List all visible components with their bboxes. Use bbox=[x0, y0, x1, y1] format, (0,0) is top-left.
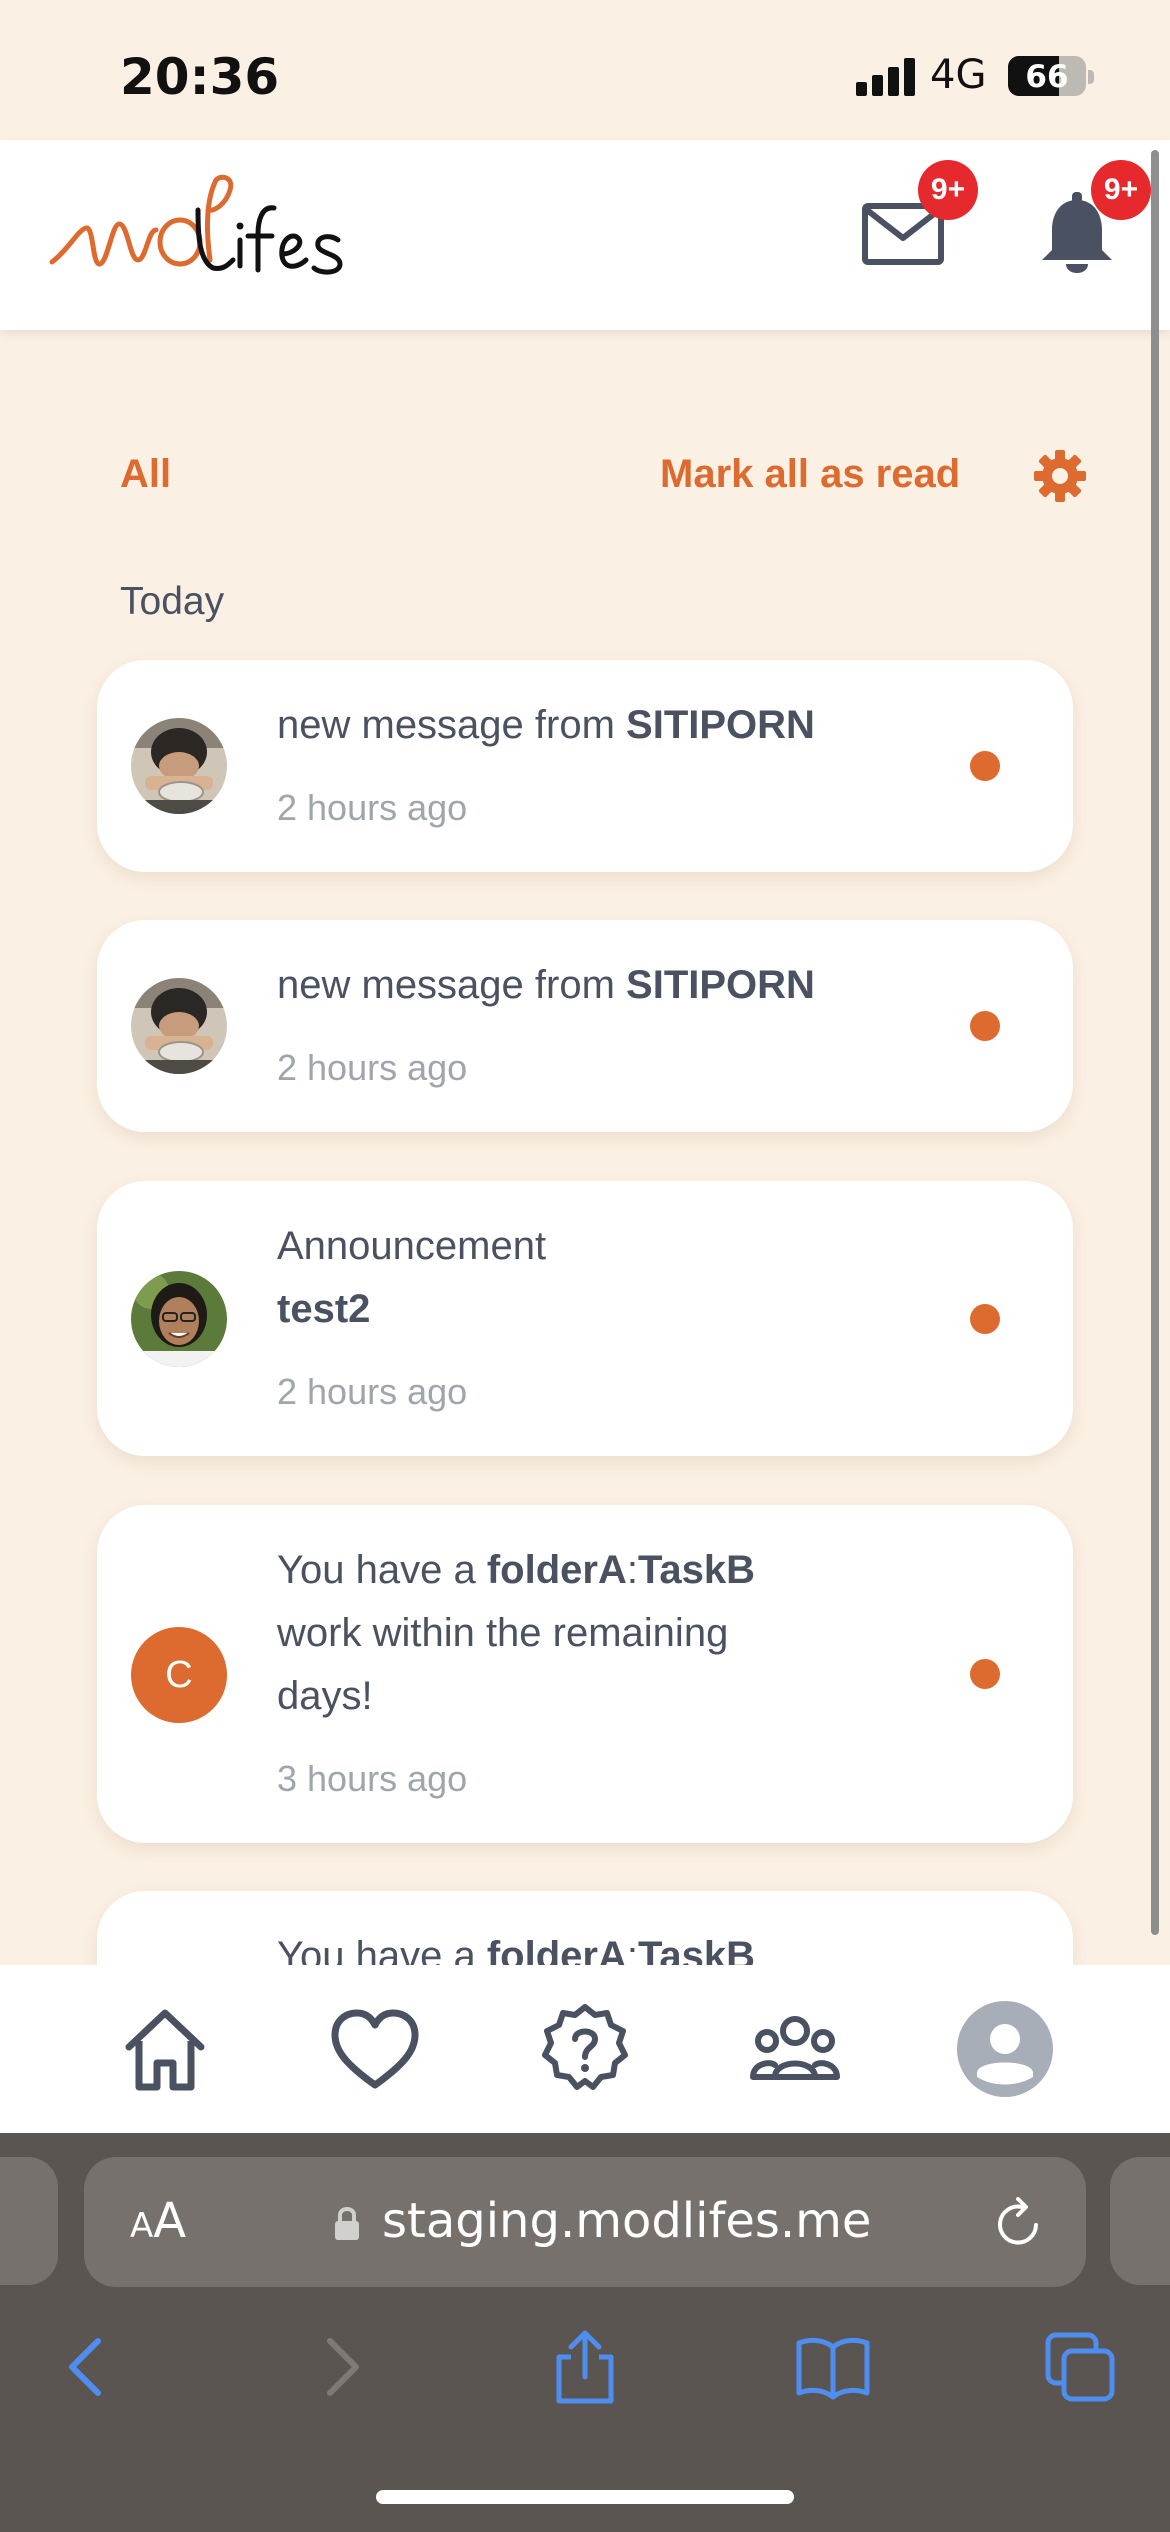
notification-sender: SITIPORN bbox=[626, 703, 815, 747]
notification-card[interactable]: You have a folderA:TaskB bbox=[97, 1891, 1073, 1965]
notification-time: 2 hours ago bbox=[277, 787, 468, 828]
notification-time: 2 hours ago bbox=[277, 1047, 468, 1088]
notification-text: You have a folderA:TaskB bbox=[277, 1925, 837, 1965]
forward-icon[interactable] bbox=[300, 2327, 380, 2407]
notification-line: work within the remaining bbox=[277, 1611, 729, 1655]
next-tab-preview[interactable] bbox=[1110, 2157, 1170, 2285]
notification-sender: SITIPORN bbox=[626, 963, 815, 1007]
notification-time: 2 hours ago bbox=[277, 1371, 468, 1412]
section-today: Today bbox=[120, 580, 225, 623]
notification-title: Announcement bbox=[277, 1224, 547, 1268]
bookmarks-icon[interactable] bbox=[793, 2327, 873, 2407]
unread-dot bbox=[970, 1304, 1000, 1334]
notification-folder: folderA bbox=[486, 1548, 627, 1592]
notification-task: TaskB bbox=[637, 1934, 756, 1965]
heart-icon[interactable] bbox=[327, 2001, 423, 2097]
notification-line: days! bbox=[277, 1674, 373, 1718]
notification-list: All Mark all as read Today new message f… bbox=[0, 0, 1170, 1965]
unread-dot bbox=[970, 1011, 1000, 1041]
notification-card[interactable]: C You have a folderA:TaskB work within t… bbox=[97, 1505, 1073, 1843]
notification-prefix: You have a bbox=[277, 1934, 487, 1965]
notification-prefix: new message from bbox=[277, 703, 627, 747]
notification-card[interactable]: new message from SITIPORN 2 hours ago bbox=[97, 660, 1073, 872]
notification-prefix: new message from bbox=[277, 963, 627, 1007]
avatar bbox=[131, 718, 227, 814]
lock-icon bbox=[335, 2207, 359, 2240]
filter-all-button[interactable]: All bbox=[120, 452, 171, 497]
notification-prefix: You have a bbox=[277, 1548, 487, 1592]
url-text[interactable]: staging.modlifes.me bbox=[382, 2193, 871, 2249]
help-icon[interactable] bbox=[537, 2001, 633, 2097]
notification-card[interactable]: Announcement test2 2 hours ago bbox=[97, 1181, 1073, 1456]
address-bar[interactable]: AA staging.modlifes.me bbox=[84, 2157, 1086, 2287]
home-icon[interactable] bbox=[117, 2001, 213, 2097]
community-icon[interactable] bbox=[747, 2001, 843, 2097]
reload-icon[interactable] bbox=[992, 2195, 1048, 2251]
notification-task: TaskB bbox=[637, 1548, 756, 1592]
notification-card[interactable]: new message from SITIPORN 2 hours ago bbox=[97, 920, 1073, 1132]
notification-folder: folderA bbox=[486, 1934, 627, 1965]
browser-chrome: AA staging.modlifes.me bbox=[0, 2133, 1170, 2532]
notification-text: new message from SITIPORN bbox=[277, 954, 837, 1017]
unread-dot bbox=[970, 1659, 1000, 1689]
notification-subject: test2 bbox=[277, 1287, 371, 1331]
mark-all-read-button[interactable]: Mark all as read bbox=[660, 452, 960, 497]
bottom-nav bbox=[0, 1965, 1170, 2133]
notification-text: new message from SITIPORN bbox=[277, 694, 837, 757]
notification-text: You have a folderA:TaskB work within the… bbox=[277, 1539, 837, 1728]
previous-tab-preview[interactable] bbox=[0, 2157, 58, 2285]
profile-icon[interactable] bbox=[957, 2001, 1053, 2097]
notification-separator: : bbox=[626, 1934, 638, 1965]
text-size-large: A bbox=[153, 2193, 187, 2249]
text-size-button[interactable]: AA bbox=[130, 2193, 186, 2249]
notification-time: 3 hours ago bbox=[277, 1758, 468, 1799]
notification-separator: : bbox=[626, 1548, 638, 1592]
home-indicator[interactable] bbox=[376, 2490, 794, 2504]
avatar bbox=[131, 978, 227, 1074]
notification-text: Announcement test2 bbox=[277, 1215, 837, 1341]
back-icon[interactable] bbox=[48, 2327, 128, 2407]
avatar: C bbox=[131, 1627, 227, 1723]
unread-dot bbox=[970, 751, 1000, 781]
tabs-icon[interactable] bbox=[1040, 2327, 1120, 2407]
gear-icon[interactable] bbox=[1032, 448, 1088, 504]
text-size-small: A bbox=[130, 2206, 154, 2246]
avatar bbox=[131, 1271, 227, 1367]
share-icon[interactable] bbox=[545, 2327, 625, 2407]
